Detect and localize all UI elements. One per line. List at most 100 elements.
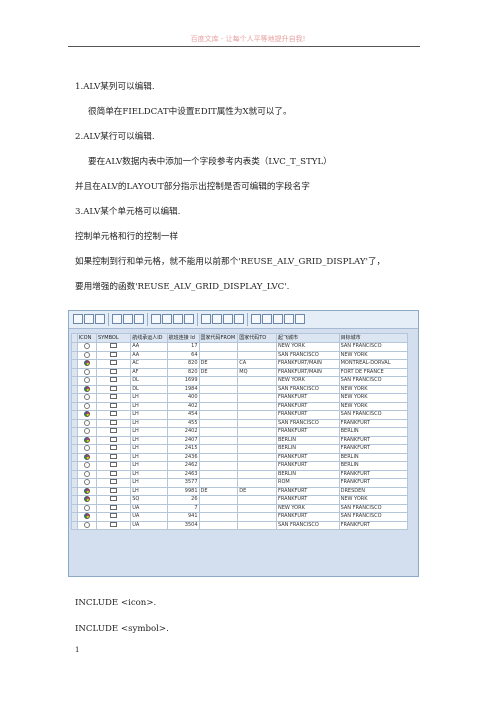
- country-to-cell[interactable]: CA: [237, 359, 277, 369]
- country-to-cell[interactable]: [237, 444, 277, 454]
- copy-row-icon[interactable]: [284, 314, 294, 324]
- details-icon[interactable]: [73, 314, 83, 324]
- country-to-cell[interactable]: [237, 495, 277, 505]
- country-from-cell[interactable]: DE: [198, 359, 239, 369]
- column-header[interactable]: 国家代码FROM: [198, 333, 239, 343]
- country-to-cell[interactable]: [237, 478, 277, 488]
- country-to-cell[interactable]: [237, 427, 277, 437]
- symbol-cell: [96, 359, 132, 369]
- table-row[interactable]: LH 2407 BERLIN FRANKFURT: [71, 435, 409, 445]
- paste-icon[interactable]: [223, 314, 233, 324]
- info-icon[interactable]: [295, 314, 305, 324]
- country-from-cell[interactable]: [198, 393, 239, 403]
- undo-icon[interactable]: [234, 314, 244, 324]
- country-from-cell[interactable]: [198, 435, 239, 445]
- country-to-cell[interactable]: [237, 376, 277, 386]
- cut-icon[interactable]: [201, 314, 211, 324]
- country-from-cell[interactable]: [198, 512, 239, 522]
- delete-row-icon[interactable]: [273, 314, 283, 324]
- table-row[interactable]: DL 1984 SAN FRANCISCO NEW YORK: [71, 384, 409, 394]
- table-row[interactable]: AC 820 DE CA FRANKFURT/MAIN MONTREAL-DORVAL: [71, 359, 409, 369]
- country-from-cell[interactable]: DE: [198, 486, 239, 496]
- country-to-cell[interactable]: [237, 410, 277, 420]
- table-row[interactable]: LH 2463 BERLIN FRANKFURT: [71, 469, 409, 479]
- table-row[interactable]: LH 3577 ROM FRANKFURT: [71, 478, 409, 488]
- country-from-cell[interactable]: [198, 520, 239, 530]
- column-header[interactable]: 国家代码TO: [237, 333, 277, 343]
- column-header[interactable]: 航班连接 Id: [166, 333, 200, 343]
- table-row[interactable]: LH 2462 FRANKFURT BERLIN: [71, 461, 409, 471]
- insert-row-icon[interactable]: [262, 314, 272, 324]
- column-header[interactable]: 航线承运人ID: [130, 333, 168, 343]
- destination-city-cell: FRANKFURT: [338, 444, 409, 454]
- table-row[interactable]: LH 9981 DE DE FRANKFURT DRESDEN: [71, 486, 409, 496]
- table-row[interactable]: LH 2402 FRANKFURT BERLIN: [71, 427, 409, 437]
- country-to-cell[interactable]: [237, 342, 277, 352]
- table-row[interactable]: LH 455 SAN FRANCISCO FRANKFURT: [71, 418, 409, 428]
- connection-id-cell: 3504: [166, 520, 200, 530]
- country-to-cell[interactable]: DE: [237, 486, 277, 496]
- country-from-cell[interactable]: [198, 444, 239, 454]
- column-header[interactable]: 目标城市: [338, 333, 409, 343]
- table-row[interactable]: AF 820 DE MQ FRANKFURT/MAIN FORT DE FRANCE: [71, 367, 409, 377]
- table-row[interactable]: LH 402 FRANKFURT NEW YORK: [71, 401, 409, 411]
- country-from-cell[interactable]: [198, 401, 239, 411]
- filter-icon[interactable]: [112, 314, 122, 324]
- country-from-cell[interactable]: [198, 350, 239, 360]
- table-row[interactable]: LH 2436 FRANKFURT BERLIN: [71, 452, 409, 462]
- column-header[interactable]: SYMBOL: [96, 333, 132, 343]
- country-to-cell[interactable]: [237, 461, 277, 471]
- country-from-cell[interactable]: [198, 410, 239, 420]
- sort-ascending-icon[interactable]: [84, 314, 94, 324]
- subtotal-icon[interactable]: [134, 314, 144, 324]
- country-to-cell[interactable]: [237, 452, 277, 462]
- table-row[interactable]: LH 2415 BERLIN FRANKFURT: [71, 444, 409, 454]
- symbol-cell: [96, 478, 132, 488]
- country-from-cell[interactable]: [198, 461, 239, 471]
- country-from-cell[interactable]: [198, 384, 239, 394]
- table-row[interactable]: UA 941 FRANKFURT SAN FRANCISCO: [71, 512, 409, 522]
- table-row[interactable]: AA 17 NEW YORK SAN FRANCISCO: [71, 342, 409, 352]
- table-row[interactable]: UA 3504 SAN FRANCISCO FRANKFURT: [71, 520, 409, 530]
- departure-city-cell: FRANKFURT: [275, 401, 340, 411]
- table-row[interactable]: DL 1699 NEW YORK SAN FRANCISCO: [71, 376, 409, 386]
- country-from-cell[interactable]: [198, 495, 239, 505]
- country-from-cell[interactable]: [198, 342, 239, 352]
- column-header[interactable]: ICON: [76, 333, 98, 343]
- sort-descending-icon[interactable]: [95, 314, 105, 324]
- country-from-cell[interactable]: [198, 478, 239, 488]
- country-to-cell[interactable]: [237, 350, 277, 360]
- table-row[interactable]: LH 400 FRANKFURT NEW YORK: [71, 393, 409, 403]
- country-to-cell[interactable]: [237, 393, 277, 403]
- country-to-cell[interactable]: [237, 503, 277, 513]
- export-icon[interactable]: [173, 314, 183, 324]
- country-from-cell[interactable]: [198, 418, 239, 428]
- country-from-cell[interactable]: [198, 469, 239, 479]
- print-icon[interactable]: [151, 314, 161, 324]
- country-to-cell[interactable]: [237, 401, 277, 411]
- views-icon[interactable]: [162, 314, 172, 324]
- table-row[interactable]: UA 7 NEW YORK SAN FRANCISCO: [71, 503, 409, 513]
- country-from-cell[interactable]: DE: [198, 367, 239, 377]
- table-row[interactable]: AA 64 SAN FRANCISCO NEW YORK: [71, 350, 409, 360]
- country-to-cell[interactable]: [237, 384, 277, 394]
- country-to-cell[interactable]: [237, 512, 277, 522]
- table-row[interactable]: SQ 26 FRANKFURT NEW YORK: [71, 495, 409, 505]
- column-header[interactable]: 起飞城市: [275, 333, 340, 343]
- arrow-symbol-icon: [110, 402, 118, 408]
- country-from-cell[interactable]: [198, 503, 239, 513]
- copy-icon[interactable]: [212, 314, 222, 324]
- append-row-icon[interactable]: [251, 314, 261, 324]
- country-to-cell[interactable]: [237, 435, 277, 445]
- country-to-cell[interactable]: [237, 418, 277, 428]
- country-to-cell[interactable]: [237, 520, 277, 530]
- country-from-cell[interactable]: [198, 376, 239, 386]
- sum-icon[interactable]: [123, 314, 133, 324]
- layout-icon[interactable]: [184, 314, 194, 324]
- country-to-cell[interactable]: MQ: [237, 367, 277, 377]
- country-from-cell[interactable]: [198, 452, 239, 462]
- table-row[interactable]: LH 454 FRANKFURT SAN FRANCISCO: [71, 410, 409, 420]
- country-from-cell[interactable]: [198, 427, 239, 437]
- symbol-cell: [96, 376, 132, 386]
- country-to-cell[interactable]: [237, 469, 277, 479]
